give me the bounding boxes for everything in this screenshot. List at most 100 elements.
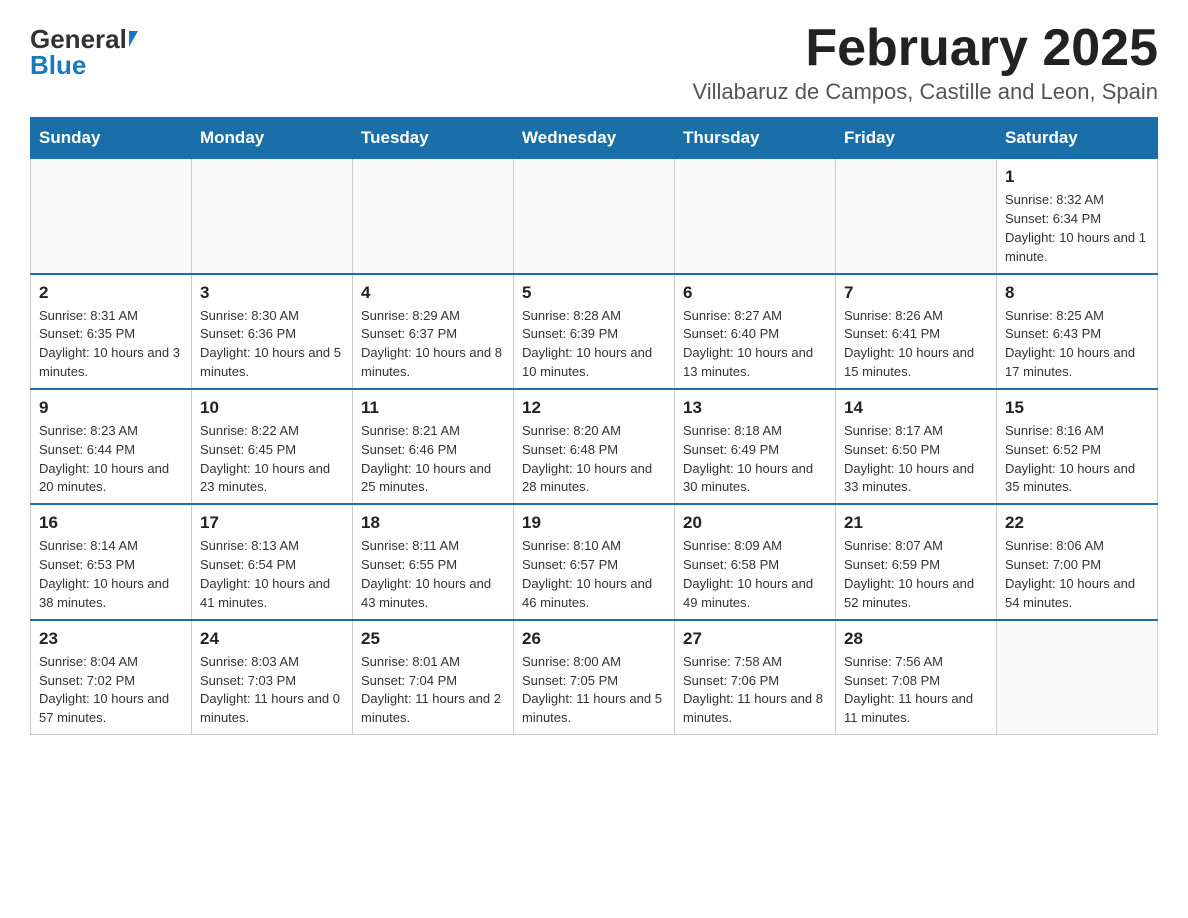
calendar-day-cell: 1 Sunrise: 8:32 AMSunset: 6:34 PMDaylight… (997, 159, 1158, 274)
day-number: 28 (844, 629, 988, 649)
calendar-day-cell: 28 Sunrise: 7:56 AMSunset: 7:08 PMDayligh… (836, 620, 997, 735)
day-info: Sunrise: 8:01 AMSunset: 7:04 PMDaylight:… (361, 653, 505, 728)
calendar-day-cell: 8 Sunrise: 8:25 AMSunset: 6:43 PMDaylight… (997, 274, 1158, 389)
day-info: Sunrise: 8:28 AMSunset: 6:39 PMDaylight:… (522, 307, 666, 382)
calendar-day-cell: 9 Sunrise: 8:23 AMSunset: 6:44 PMDaylight… (31, 389, 192, 504)
day-number: 11 (361, 398, 505, 418)
day-info: Sunrise: 8:25 AMSunset: 6:43 PMDaylight:… (1005, 307, 1149, 382)
day-info: Sunrise: 8:17 AMSunset: 6:50 PMDaylight:… (844, 422, 988, 497)
day-info: Sunrise: 8:31 AMSunset: 6:35 PMDaylight:… (39, 307, 183, 382)
day-number: 7 (844, 283, 988, 303)
calendar-day-cell: 23 Sunrise: 8:04 AMSunset: 7:02 PMDayligh… (31, 620, 192, 735)
day-info: Sunrise: 8:32 AMSunset: 6:34 PMDaylight:… (1005, 191, 1149, 266)
day-number: 3 (200, 283, 344, 303)
day-number: 16 (39, 513, 183, 533)
calendar-day-cell: 10 Sunrise: 8:22 AMSunset: 6:45 PMDayligh… (192, 389, 353, 504)
day-of-week-header: Saturday (997, 118, 1158, 159)
day-info: Sunrise: 8:16 AMSunset: 6:52 PMDaylight:… (1005, 422, 1149, 497)
day-number: 13 (683, 398, 827, 418)
day-info: Sunrise: 8:22 AMSunset: 6:45 PMDaylight:… (200, 422, 344, 497)
calendar-day-cell: 12Sunrise: 8:20 AMSunset: 6:48 PMDayligh… (514, 389, 675, 504)
day-number: 1 (1005, 167, 1149, 187)
day-info: Sunrise: 8:27 AMSunset: 6:40 PMDaylight:… (683, 307, 827, 382)
calendar-header: SundayMondayTuesdayWednesdayThursdayFrid… (31, 118, 1158, 159)
day-info: Sunrise: 8:07 AMSunset: 6:59 PMDaylight:… (844, 537, 988, 612)
day-of-week-header: Wednesday (514, 118, 675, 159)
day-info: Sunrise: 8:13 AMSunset: 6:54 PMDaylight:… (200, 537, 344, 612)
calendar-day-cell: 5 Sunrise: 8:28 AMSunset: 6:39 PMDaylight… (514, 274, 675, 389)
day-of-week-header: Tuesday (353, 118, 514, 159)
day-number: 26 (522, 629, 666, 649)
day-info: Sunrise: 7:56 AMSunset: 7:08 PMDaylight:… (844, 653, 988, 728)
logo-general-text: General (30, 26, 127, 52)
day-info: Sunrise: 8:14 AMSunset: 6:53 PMDaylight:… (39, 537, 183, 612)
day-number: 10 (200, 398, 344, 418)
day-number: 8 (1005, 283, 1149, 303)
calendar-day-cell (353, 159, 514, 274)
calendar-week-row: 1 Sunrise: 8:32 AMSunset: 6:34 PMDaylight… (31, 159, 1158, 274)
day-number: 20 (683, 513, 827, 533)
calendar-table: SundayMondayTuesdayWednesdayThursdayFrid… (30, 117, 1158, 735)
days-of-week-row: SundayMondayTuesdayWednesdayThursdayFrid… (31, 118, 1158, 159)
calendar-day-cell: 22Sunrise: 8:06 AMSunset: 7:00 PMDayligh… (997, 504, 1158, 619)
calendar-day-cell: 7 Sunrise: 8:26 AMSunset: 6:41 PMDaylight… (836, 274, 997, 389)
day-number: 9 (39, 398, 183, 418)
calendar-day-cell: 11 Sunrise: 8:21 AMSunset: 6:46 PMDayligh… (353, 389, 514, 504)
location-title: Villabaruz de Campos, Castille and Leon,… (692, 79, 1158, 105)
calendar-week-row: 23 Sunrise: 8:04 AMSunset: 7:02 PMDayligh… (31, 620, 1158, 735)
calendar-week-row: 2 Sunrise: 8:31 AMSunset: 6:35 PMDaylight… (31, 274, 1158, 389)
calendar-body: 1 Sunrise: 8:32 AMSunset: 6:34 PMDaylight… (31, 159, 1158, 735)
logo-blue-text: Blue (30, 50, 86, 80)
day-of-week-header: Thursday (675, 118, 836, 159)
calendar-day-cell (31, 159, 192, 274)
day-number: 17 (200, 513, 344, 533)
day-number: 4 (361, 283, 505, 303)
day-number: 23 (39, 629, 183, 649)
calendar-day-cell: 17 Sunrise: 8:13 AMSunset: 6:54 PMDayligh… (192, 504, 353, 619)
day-info: Sunrise: 8:10 AMSunset: 6:57 PMDaylight:… (522, 537, 666, 612)
day-number: 15 (1005, 398, 1149, 418)
title-block: February 2025 Villabaruz de Campos, Cast… (692, 20, 1158, 105)
calendar-day-cell: 26Sunrise: 8:00 AMSunset: 7:05 PMDayligh… (514, 620, 675, 735)
calendar-day-cell: 21 Sunrise: 8:07 AMSunset: 6:59 PMDayligh… (836, 504, 997, 619)
day-of-week-header: Friday (836, 118, 997, 159)
month-title: February 2025 (692, 20, 1158, 77)
calendar-day-cell: 2 Sunrise: 8:31 AMSunset: 6:35 PMDaylight… (31, 274, 192, 389)
day-info: Sunrise: 8:26 AMSunset: 6:41 PMDaylight:… (844, 307, 988, 382)
day-info: Sunrise: 8:23 AMSunset: 6:44 PMDaylight:… (39, 422, 183, 497)
calendar-day-cell: 18Sunrise: 8:11 AMSunset: 6:55 PMDayligh… (353, 504, 514, 619)
day-info: Sunrise: 8:18 AMSunset: 6:49 PMDaylight:… (683, 422, 827, 497)
calendar-day-cell (514, 159, 675, 274)
calendar-day-cell (997, 620, 1158, 735)
calendar-day-cell: 16 Sunrise: 8:14 AMSunset: 6:53 PMDayligh… (31, 504, 192, 619)
day-number: 21 (844, 513, 988, 533)
day-info: Sunrise: 8:09 AMSunset: 6:58 PMDaylight:… (683, 537, 827, 612)
day-info: Sunrise: 8:20 AMSunset: 6:48 PMDaylight:… (522, 422, 666, 497)
calendar-day-cell: 4Sunrise: 8:29 AMSunset: 6:37 PMDaylight… (353, 274, 514, 389)
day-info: Sunrise: 8:21 AMSunset: 6:46 PMDaylight:… (361, 422, 505, 497)
day-number: 22 (1005, 513, 1149, 533)
day-number: 24 (200, 629, 344, 649)
logo-triangle-icon (129, 31, 138, 47)
calendar-week-row: 16 Sunrise: 8:14 AMSunset: 6:53 PMDayligh… (31, 504, 1158, 619)
day-number: 18 (361, 513, 505, 533)
logo: General Blue (30, 26, 138, 79)
page-header: General Blue February 2025 Villabaruz de… (30, 20, 1158, 105)
day-number: 6 (683, 283, 827, 303)
calendar-day-cell: 20 Sunrise: 8:09 AMSunset: 6:58 PMDayligh… (675, 504, 836, 619)
day-number: 27 (683, 629, 827, 649)
day-number: 19 (522, 513, 666, 533)
day-info: Sunrise: 7:58 AMSunset: 7:06 PMDaylight:… (683, 653, 827, 728)
calendar-week-row: 9 Sunrise: 8:23 AMSunset: 6:44 PMDaylight… (31, 389, 1158, 504)
day-number: 14 (844, 398, 988, 418)
day-number: 5 (522, 283, 666, 303)
calendar-day-cell: 3 Sunrise: 8:30 AMSunset: 6:36 PMDaylight… (192, 274, 353, 389)
calendar-day-cell: 24Sunrise: 8:03 AMSunset: 7:03 PMDayligh… (192, 620, 353, 735)
day-info: Sunrise: 8:30 AMSunset: 6:36 PMDaylight:… (200, 307, 344, 382)
calendar-day-cell: 13 Sunrise: 8:18 AMSunset: 6:49 PMDayligh… (675, 389, 836, 504)
calendar-day-cell (675, 159, 836, 274)
day-info: Sunrise: 8:04 AMSunset: 7:02 PMDaylight:… (39, 653, 183, 728)
calendar-day-cell (192, 159, 353, 274)
day-number: 25 (361, 629, 505, 649)
day-number: 2 (39, 283, 183, 303)
